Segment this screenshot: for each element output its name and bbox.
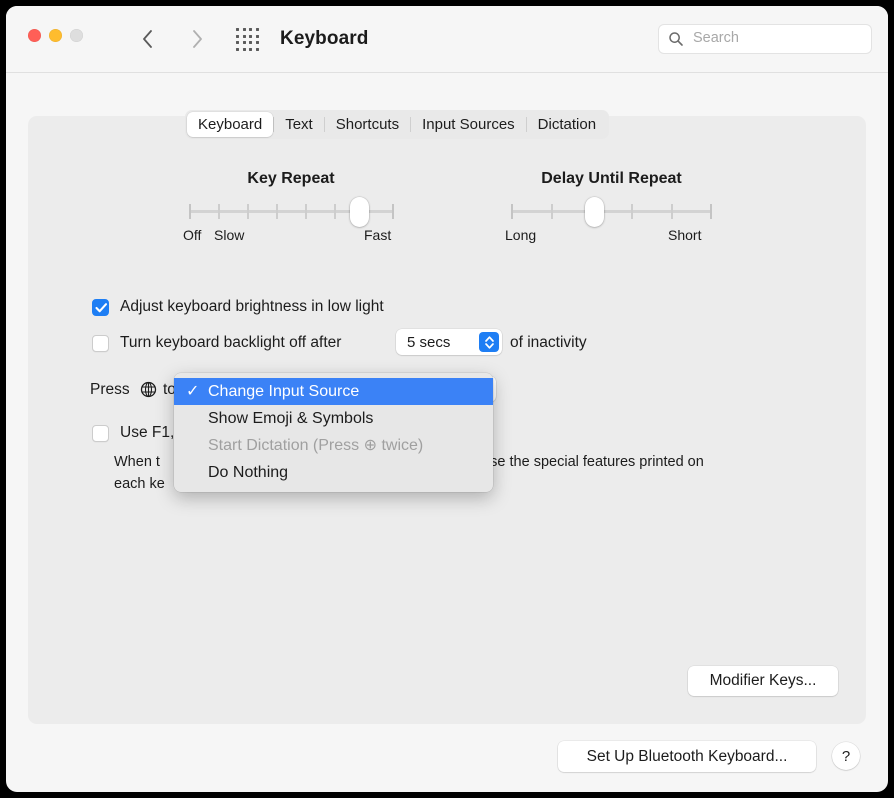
slider-tick — [631, 204, 633, 219]
menu-checkmark-icon: ✓ — [186, 378, 199, 405]
back-button[interactable] — [134, 24, 160, 54]
use-fkeys-checkbox[interactable] — [92, 425, 109, 442]
tab-keyboard[interactable]: Keyboard — [187, 112, 273, 137]
use-fkeys-row[interactable]: Use F1, — [92, 424, 174, 442]
menu-item-show-emoji-symbols[interactable]: Show Emoji & Symbols — [174, 405, 493, 432]
slider-tick — [247, 204, 249, 219]
press-globe-prefix: Press — [90, 381, 130, 399]
menu-item-label: Change Input Source — [208, 383, 359, 400]
slider-tick — [551, 204, 553, 219]
key-repeat-title: Key Repeat — [183, 170, 399, 188]
use-fkeys-description-line1: When t — [114, 451, 160, 473]
backlight-delay-value: 5 secs — [396, 334, 450, 351]
forward-button[interactable] — [184, 24, 210, 54]
zoom-button — [70, 29, 83, 42]
delay-until-repeat-slider-group: Delay Until Repeat Long Short — [505, 170, 718, 248]
slider-tick — [305, 204, 307, 219]
backlight-off-checkbox[interactable] — [92, 335, 109, 352]
slider-tick — [334, 204, 336, 219]
delay-label-short: Short — [668, 227, 701, 243]
key-repeat-label-slow: Slow — [214, 227, 244, 243]
preferences-window: Keyboard Search Keyboard Text Shortcuts … — [6, 6, 888, 792]
menu-item-label: Start Dictation (Press ⊕ twice) — [208, 437, 423, 454]
delay-title: Delay Until Repeat — [505, 170, 718, 188]
slider-tick — [710, 204, 712, 219]
delay-label-long: Long — [505, 227, 536, 243]
checkmark-icon — [95, 302, 108, 314]
page-title: Keyboard — [280, 28, 368, 50]
backlight-off-row[interactable]: Turn keyboard backlight off after — [92, 334, 341, 352]
tab-shortcuts[interactable]: Shortcuts — [325, 112, 410, 137]
use-fkeys-description-line2: each ke — [114, 473, 165, 495]
back-chevron-icon — [142, 30, 153, 48]
tab-bar: Keyboard Text Shortcuts Input Sources Di… — [185, 110, 609, 139]
search-placeholder: Search — [693, 30, 739, 46]
modifier-keys-button[interactable]: Modifier Keys... — [688, 666, 838, 696]
adjust-brightness-label: Adjust keyboard brightness in low light — [120, 298, 384, 316]
description-text-2: each ke — [114, 476, 165, 492]
slider-tick — [189, 204, 191, 219]
slider-tick — [218, 204, 220, 219]
description-text-tail: to use the special features printed on — [466, 454, 704, 470]
close-button[interactable] — [28, 29, 41, 42]
menu-item-do-nothing[interactable]: Do Nothing — [174, 459, 493, 486]
popup-stepper-icon[interactable] — [479, 332, 499, 352]
show-all-grid-icon[interactable] — [234, 30, 276, 50]
key-repeat-slider-group: Key Repeat Off Slow Fast — [183, 170, 399, 248]
backlight-off-label: Turn keyboard backlight off after — [120, 334, 341, 352]
key-repeat-label-off: Off — [183, 227, 201, 243]
use-fkeys-description-tail: to use the special features printed on — [466, 451, 704, 473]
adjust-brightness-row[interactable]: Adjust keyboard brightness in low light — [92, 298, 384, 316]
traffic-lights — [28, 29, 83, 42]
menu-item-label: Show Emoji & Symbols — [208, 410, 373, 427]
slider-tick — [671, 204, 673, 219]
menu-item-change-input-source[interactable]: ✓ Change Input Source — [174, 378, 493, 405]
tab-input-sources[interactable]: Input Sources — [411, 112, 526, 137]
slider-tick — [276, 204, 278, 219]
tab-text[interactable]: Text — [274, 112, 324, 137]
delay-thumb[interactable] — [585, 197, 604, 227]
tab-dictation[interactable]: Dictation — [527, 112, 607, 137]
adjust-brightness-checkbox[interactable] — [92, 299, 109, 316]
backlight-delay-popup[interactable]: 5 secs — [396, 329, 502, 355]
backlight-suffix-label: of inactivity — [510, 334, 587, 352]
menu-item-label: Do Nothing — [208, 464, 288, 481]
slider-tick — [511, 204, 513, 219]
search-icon — [668, 31, 684, 52]
forward-chevron-icon — [192, 30, 203, 48]
key-repeat-label-fast: Fast — [364, 227, 391, 243]
title-bar: Keyboard Search — [6, 6, 888, 73]
key-repeat-thumb[interactable] — [350, 197, 369, 227]
use-fkeys-label: Use F1, — [120, 424, 174, 442]
menu-item-start-dictation: Start Dictation (Press ⊕ twice) — [174, 432, 493, 459]
setup-bluetooth-keyboard-button[interactable]: Set Up Bluetooth Keyboard... — [558, 741, 816, 772]
delay-track[interactable] — [511, 210, 712, 213]
search-field[interactable]: Search — [658, 24, 872, 54]
globe-icon — [140, 381, 157, 399]
press-globe-dropdown-menu[interactable]: ✓ Change Input Source Show Emoji & Symbo… — [174, 373, 493, 492]
slider-tick — [392, 204, 394, 219]
minimize-button[interactable] — [49, 29, 62, 42]
help-button[interactable]: ? — [832, 742, 860, 770]
description-text-1: When t — [114, 454, 160, 470]
